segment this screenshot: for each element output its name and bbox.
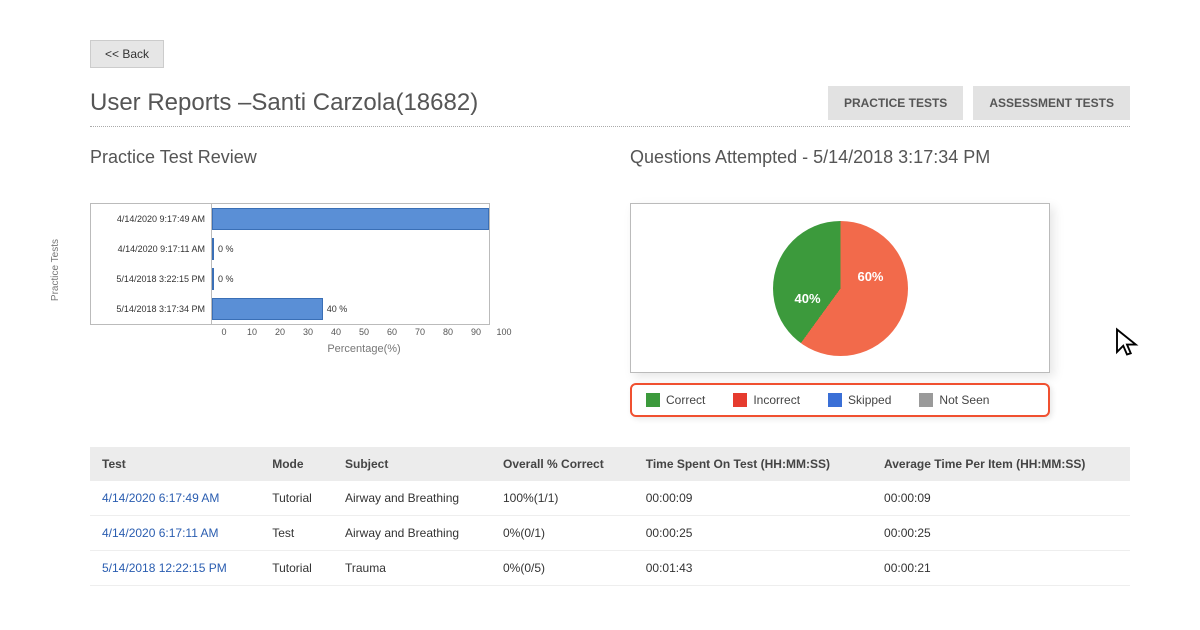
cell-overall: 0%(0/1): [491, 516, 634, 551]
cell-time-spent: 00:00:09: [634, 481, 872, 516]
legend-item-skipped: Skipped: [828, 393, 891, 407]
cell-avg-time: 00:00:21: [872, 551, 1130, 586]
legend-item-incorrect: Incorrect: [733, 393, 800, 407]
table-row: 4/14/2020 6:17:11 AM Test Airway and Bre…: [90, 516, 1130, 551]
bar-value-label: 40 %: [327, 304, 348, 314]
col-subject: Subject: [333, 447, 491, 481]
legend-item-correct: Correct: [646, 393, 705, 407]
x-tick: 100: [490, 327, 518, 337]
x-tick: 0: [210, 327, 238, 337]
col-test: Test: [90, 447, 260, 481]
cell-time-spent: 00:01:43: [634, 551, 872, 586]
test-link[interactable]: 4/14/2020 6:17:49 AM: [90, 481, 260, 516]
pie-chart-title: Questions Attempted - 5/14/2018 3:17:34 …: [630, 147, 1130, 191]
cell-subject: Airway and Breathing: [333, 516, 491, 551]
bar-chart-title: Practice Test Review: [90, 147, 590, 191]
col-overall: Overall % Correct: [491, 447, 634, 481]
cell-avg-time: 00:00:25: [872, 516, 1130, 551]
cell-subject: Trauma: [333, 551, 491, 586]
x-tick: 90: [462, 327, 490, 337]
legend-label: Not Seen: [939, 393, 989, 407]
page-title: User Reports –Santi Carzola(18682): [90, 89, 478, 117]
cell-mode: Tutorial: [260, 551, 333, 586]
test-link[interactable]: 4/14/2020 6:17:11 AM: [90, 516, 260, 551]
x-tick: 30: [294, 327, 322, 337]
pie-legend: Correct Incorrect Skipped Not Seen: [630, 383, 1050, 417]
cell-overall: 0%(0/5): [491, 551, 634, 586]
test-link[interactable]: 5/14/2018 12:22:15 PM: [90, 551, 260, 586]
x-tick: 60: [378, 327, 406, 337]
swatch-icon: [919, 393, 933, 407]
bar-x-axis-label: Percentage(%): [90, 343, 518, 355]
cursor-icon: [1114, 327, 1140, 357]
legend-label: Incorrect: [753, 393, 800, 407]
x-tick: 50: [350, 327, 378, 337]
cell-avg-time: 00:00:09: [872, 481, 1130, 516]
x-tick: 40: [322, 327, 350, 337]
bar-category-label: 5/14/2018 3:22:15 PM: [91, 274, 211, 284]
cell-mode: Test: [260, 516, 333, 551]
bar-row: 5/14/2018 3:17:34 PM 40 %: [91, 294, 489, 324]
swatch-icon: [828, 393, 842, 407]
bar-chart: 4/14/2020 9:17:49 AM 4/14/2020 9:17:11 A…: [90, 203, 490, 325]
cell-overall: 100%(1/1): [491, 481, 634, 516]
tab-buttons: PRACTICE TESTS ASSESSMENT TESTS: [828, 86, 1130, 120]
bar-category-label: 5/14/2018 3:17:34 PM: [91, 304, 211, 314]
cell-subject: Airway and Breathing: [333, 481, 491, 516]
divider: [90, 126, 1130, 127]
x-tick: 70: [406, 327, 434, 337]
table-header-row: Test Mode Subject Overall % Correct Time…: [90, 447, 1130, 481]
bar-y-axis-label: Practice Tests: [50, 239, 61, 301]
x-tick: 80: [434, 327, 462, 337]
legend-label: Skipped: [848, 393, 891, 407]
col-mode: Mode: [260, 447, 333, 481]
bar-category-label: 4/14/2020 9:17:49 AM: [91, 214, 211, 224]
bar-x-axis: 0 10 20 30 40 50 60 70 80 90 100: [90, 327, 518, 337]
col-time-spent: Time Spent On Test (HH:MM:SS): [634, 447, 872, 481]
cell-mode: Tutorial: [260, 481, 333, 516]
bar-row: 5/14/2018 3:22:15 PM 0 %: [91, 264, 489, 294]
bar-category-label: 4/14/2020 9:17:11 AM: [91, 244, 211, 254]
tab-assessment-tests[interactable]: ASSESSMENT TESTS: [973, 86, 1130, 120]
bar-value-label: 0 %: [218, 274, 234, 284]
col-avg-time: Average Time Per Item (HH:MM:SS): [872, 447, 1130, 481]
cell-time-spent: 00:00:25: [634, 516, 872, 551]
pie-slice-label-incorrect: 60%: [857, 269, 883, 284]
swatch-icon: [646, 393, 660, 407]
legend-item-not-seen: Not Seen: [919, 393, 989, 407]
legend-label: Correct: [666, 393, 705, 407]
bar-row: 4/14/2020 9:17:11 AM 0 %: [91, 234, 489, 264]
tab-practice-tests[interactable]: PRACTICE TESTS: [828, 86, 963, 120]
table-row: 4/14/2020 6:17:49 AM Tutorial Airway and…: [90, 481, 1130, 516]
pie-slice-label-correct: 40%: [795, 291, 821, 306]
swatch-icon: [733, 393, 747, 407]
table-row: 5/14/2018 12:22:15 PM Tutorial Trauma 0%…: [90, 551, 1130, 586]
x-tick: 20: [266, 327, 294, 337]
tests-table: Test Mode Subject Overall % Correct Time…: [90, 447, 1130, 586]
back-button[interactable]: << Back: [90, 40, 164, 68]
bar-value-label: 0 %: [218, 244, 234, 254]
bar-row: 4/14/2020 9:17:49 AM: [91, 204, 489, 234]
x-tick: 10: [238, 327, 266, 337]
pie-chart: 60% 40%: [630, 203, 1050, 373]
